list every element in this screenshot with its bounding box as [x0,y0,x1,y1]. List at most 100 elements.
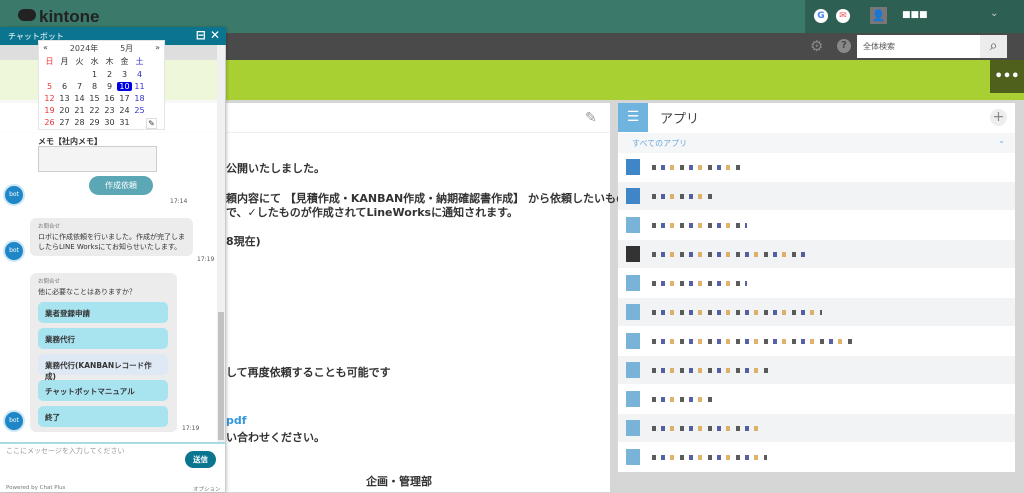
prev-month-button[interactable]: « [43,43,48,54]
announcement-line: して再度依頼することも可能です [226,364,391,380]
app-icon [626,304,640,320]
calendar-day[interactable]: 30 [102,118,117,127]
app-icon [626,449,640,465]
calendar-day[interactable]: 28 [72,118,87,127]
app-icon [626,362,640,378]
app-list-item[interactable] [618,182,1015,211]
weekday-label: 日 [42,56,57,67]
app-icon [626,391,640,407]
calendar-day[interactable]: 29 [87,118,102,127]
option-vendor-registration[interactable]: 業者登録申請 [38,302,168,323]
app-list-item[interactable] [618,240,1015,269]
calendar-day[interactable]: 22 [87,106,102,115]
minimize-icon[interactable]: ⊟ [196,28,206,42]
app-icon [626,275,640,291]
calendar-day[interactable]: 11 [132,82,147,91]
calendar-day[interactable]: 12 [42,94,57,103]
calendar-day[interactable]: 7 [72,82,87,91]
app-filter-dropdown[interactable]: すべてのアプリ ⌄ [618,133,1015,153]
app-name-redacted [652,223,747,228]
user-name[interactable]: ■■■ [902,10,928,20]
app-list-item[interactable] [618,211,1015,240]
announcement-line: で、✓したものが作成されてLineWorksに通知されます。 [226,204,518,220]
option-chatbot-manual[interactable]: チャットボットマニュアル [38,380,168,401]
calendar-day[interactable]: 6 [57,82,72,91]
bot-message: お問合せ 他に必要なことはありますか？ 業者登録申請 業務代行 業務代行(KAN… [30,273,177,432]
user-avatar-icon[interactable]: 👤 [870,7,887,24]
calendar-day[interactable]: 15 [87,94,102,103]
announcement-line: い合わせください。 [226,429,325,445]
announcement-line: 公開いたしました。 [226,160,325,176]
edit-icon[interactable]: ✎ [585,110,597,126]
app-name-redacted [652,397,712,402]
calendar-day[interactable]: 19 [42,106,57,115]
calendar-day[interactable]: 10 [117,82,132,91]
calendar-day[interactable]: 16 [102,94,117,103]
calendar-day[interactable]: 20 [57,106,72,115]
app-list-item[interactable] [618,385,1015,414]
option-end[interactable]: 終了 [38,406,168,427]
calendar-day[interactable]: 5 [42,82,57,91]
pencil-icon[interactable]: ✎ [146,118,157,129]
app-name-redacted [652,339,852,344]
calendar-day[interactable]: 1 [87,70,102,79]
send-button[interactable]: 送信 [185,451,216,468]
timestamp: 17:14 [170,198,187,205]
app-list-item[interactable] [618,443,1015,472]
calendar-day[interactable]: 3 [117,70,132,79]
app-name-redacted [652,455,767,460]
calendar-day[interactable]: 23 [102,106,117,115]
calendar-day[interactable]: 4 [132,70,147,79]
calendar-day[interactable]: 31 [117,118,132,127]
app-list-item[interactable] [618,298,1015,327]
calendar-day[interactable]: 2 [102,70,117,79]
weekday-label: 木 [102,56,117,67]
scrollbar-thumb[interactable] [218,312,224,440]
create-request-button[interactable]: 作成依頼 [89,176,153,195]
app-filter-label: すべてのアプリ [632,139,687,148]
calendar-day[interactable]: 17 [117,94,132,103]
logo-text: kintone [39,7,99,26]
calendar-day[interactable]: 14 [72,94,87,103]
calendar-day[interactable]: 13 [57,94,72,103]
calendar-day[interactable]: 9 [102,82,117,91]
global-search-input[interactable]: 全体検索 [857,35,980,58]
calendar-day[interactable]: 21 [72,106,87,115]
announcement-line: 8現在) [226,233,261,249]
app-list-item[interactable] [618,356,1015,385]
next-month-button[interactable]: » [155,43,160,54]
gear-icon[interactable]: ⚙ [810,37,823,55]
bot-message: お問合せロボに作成依頼を行いました。作成が完了しましたらLINE Worksにて… [30,218,193,256]
app-list-item[interactable] [618,414,1015,443]
option-kanban-record[interactable]: 業務代行(KANBANレコード作成) [38,354,168,375]
year-select[interactable]: 2024年 [70,43,98,54]
help-icon[interactable]: ? [837,39,851,53]
pdf-link[interactable]: pdf [226,414,247,427]
search-icon[interactable]: ⌕ [980,35,1007,58]
more-options-button[interactable]: ••• [990,60,1024,93]
calendar-day[interactable]: 26 [42,118,57,127]
message-input[interactable]: ここにメッセージを入力してください [6,446,176,456]
option-business-proxy[interactable]: 業務代行 [38,328,168,349]
add-app-button[interactable]: + [990,109,1007,126]
calendar-day[interactable]: 18 [132,94,147,103]
kintone-logo[interactable]: kintone [18,7,99,27]
app-list-item[interactable] [618,327,1015,356]
calendar-day[interactable]: 8 [87,82,102,91]
calendar-day[interactable]: 24 [117,106,132,115]
close-icon[interactable]: ✕ [210,28,220,42]
month-select[interactable]: 5月 [120,43,133,54]
calendar-day[interactable]: 27 [57,118,72,127]
app-list-item[interactable] [618,153,1015,182]
mail-icon[interactable]: ✉ [836,9,850,23]
chevron-down-icon[interactable]: ⌄ [990,8,998,19]
google-icon[interactable]: G [814,9,828,23]
memo-textarea[interactable] [38,146,157,172]
date-picker[interactable]: «2024年5月» 日月火水木金土12345678910111213141516… [38,40,165,130]
app-icon [626,333,640,349]
bot-avatar: bot [3,240,25,262]
chevron-down-icon: ⌄ [998,136,1005,145]
calendar-day[interactable]: 25 [132,106,147,115]
app-list-item[interactable] [618,269,1015,298]
app-icon [626,188,640,204]
